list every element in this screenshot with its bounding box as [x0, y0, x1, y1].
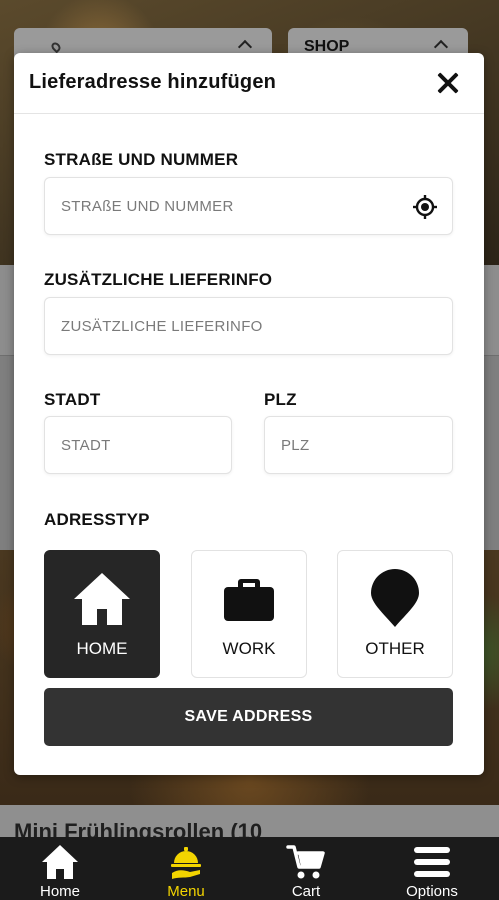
city-input[interactable] [45, 417, 231, 473]
address-type-home-label: HOME [76, 639, 128, 658]
nav-item-menu[interactable]: Menu [126, 837, 246, 900]
location-pin-icon [49, 40, 63, 54]
city-field [44, 416, 232, 474]
menu-item-title: Mini Frühlingsrollen (10 [14, 819, 263, 837]
address-type-home[interactable]: HOME [44, 550, 160, 678]
street-field [44, 177, 453, 235]
modal-title: Lieferadresse hinzufügen [29, 71, 277, 93]
food-delivery-icon [171, 847, 201, 879]
extra-info-field [44, 297, 453, 355]
address-type-work-label: WORK [222, 639, 276, 658]
nav-item-menu-label: Menu [167, 883, 205, 900]
map-pin-icon [371, 569, 419, 627]
nav-item-home[interactable]: Home [0, 837, 120, 900]
save-address-button[interactable]: SAVE ADDRESS [44, 688, 453, 746]
address-type-other[interactable]: OTHER [337, 550, 453, 678]
zip-field [264, 416, 453, 474]
close-icon[interactable] [434, 69, 462, 97]
zip-input[interactable] [265, 417, 452, 473]
address-type-label: ADRESSTYP [44, 510, 150, 529]
modal-header: Lieferadresse hinzufügen [14, 53, 484, 114]
home-icon [74, 573, 130, 625]
nav-item-cart-label: Cart [291, 883, 321, 900]
address-type-other-label: OTHER [365, 639, 425, 658]
extra-info-label: ZUSÄTZLICHE LIEFERINFO [44, 270, 273, 289]
chevron-up-icon [433, 39, 449, 55]
city-label: STADT [44, 390, 101, 409]
briefcase-icon [224, 579, 274, 621]
home-icon [42, 845, 78, 879]
street-label: STRAßE UND NUMMER [44, 150, 239, 169]
zip-label: PLZ [264, 390, 297, 409]
menu-bars-icon [414, 847, 450, 877]
nav-item-options-label: Options [406, 883, 458, 900]
address-type-work[interactable]: WORK [191, 550, 307, 678]
crosshair-location-icon[interactable] [412, 194, 438, 220]
chevron-up-icon [237, 39, 253, 55]
extra-info-input[interactable] [45, 298, 452, 354]
bottom-nav: Home Menu Cart Options [0, 837, 499, 900]
add-address-modal: Lieferadresse hinzufügen STRAßE UND NUMM… [14, 53, 484, 775]
menu-item-strip: Mini Frühlingsrollen (10 [0, 805, 499, 837]
street-input[interactable] [45, 178, 452, 234]
nav-item-home-label: Home [39, 883, 80, 900]
nav-item-cart[interactable]: Cart [246, 837, 366, 900]
nav-item-options[interactable]: Options [372, 837, 492, 900]
cart-icon [286, 845, 325, 879]
